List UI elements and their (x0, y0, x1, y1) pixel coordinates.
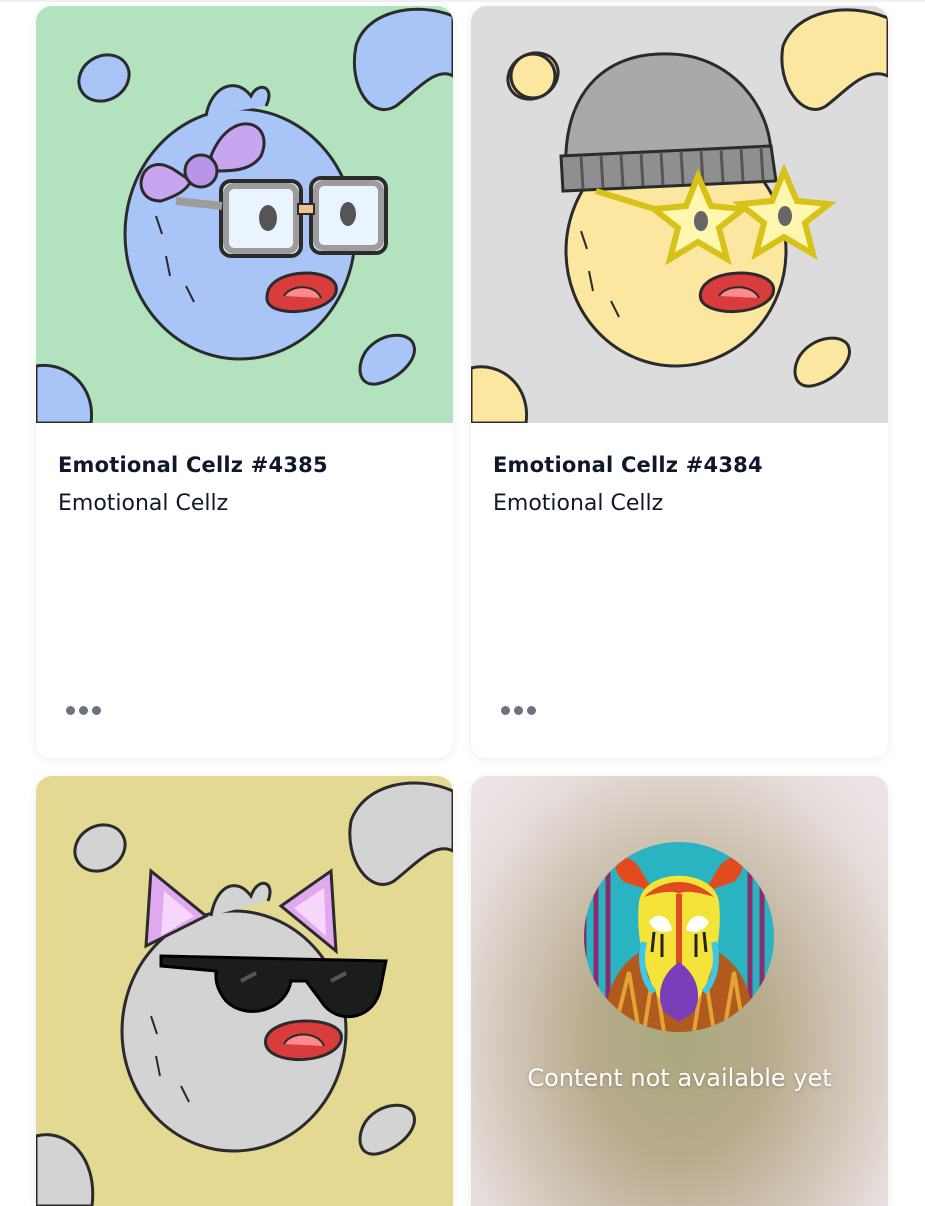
more-options-button[interactable] (501, 703, 541, 717)
more-options-button[interactable] (66, 703, 106, 717)
nft-card[interactable]: Emotional Cellz #4385 Emotional Cellz (36, 6, 453, 758)
card-info: Emotional Cellz #4384 Emotional Cellz (493, 453, 866, 516)
nft-card[interactable]: Content not available yet (471, 776, 888, 1206)
ellipsis-icon (66, 706, 75, 715)
ellipsis-icon (501, 706, 510, 715)
nft-title[interactable]: Emotional Cellz #4385 (58, 453, 431, 477)
nft-image[interactable] (471, 6, 888, 423)
nft-card[interactable] (36, 776, 453, 1206)
nft-image[interactable] (36, 6, 453, 423)
collection-name[interactable]: Emotional Cellz (493, 491, 866, 516)
top-divider (0, 0, 925, 2)
content-unavailable-text: Content not available yet (527, 1064, 832, 1092)
nft-image[interactable] (36, 776, 453, 1206)
nft-title[interactable]: Emotional Cellz #4384 (493, 453, 866, 477)
card-info: Emotional Cellz #4385 Emotional Cellz (58, 453, 431, 516)
placeholder-background: Content not available yet (471, 776, 888, 1206)
nft-grid: Emotional Cellz #4385 Emotional Cellz Em… (36, 6, 890, 1206)
nft-card[interactable]: Emotional Cellz #4384 Emotional Cellz (471, 6, 888, 758)
collection-name[interactable]: Emotional Cellz (58, 491, 431, 516)
collection-avatar (584, 842, 774, 1032)
